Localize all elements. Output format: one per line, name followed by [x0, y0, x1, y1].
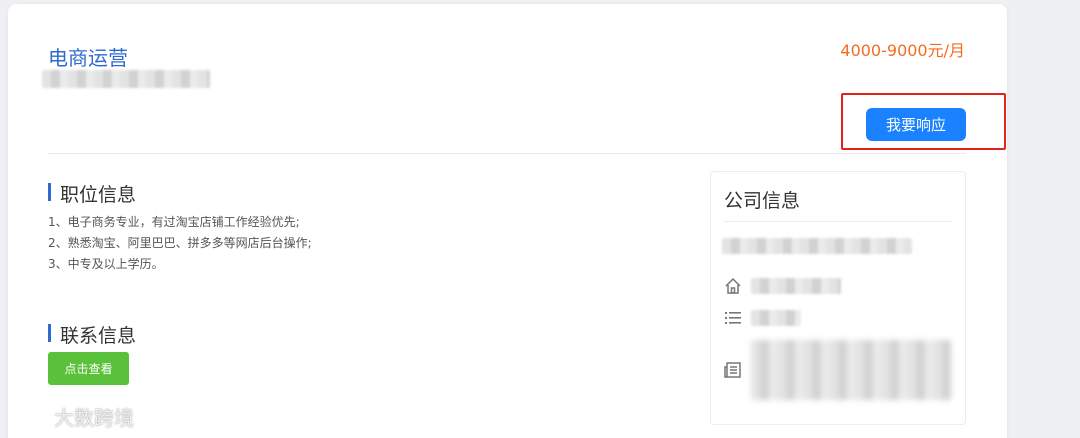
watermark: 大数跨境	[8, 402, 134, 431]
header-divider	[48, 153, 966, 154]
salary-range: 4000-9000元/月	[840, 41, 965, 60]
home-icon	[723, 276, 743, 296]
job-title: 电商运营	[48, 46, 128, 70]
contact-info-heading: 联系信息	[48, 321, 136, 348]
requirements-list: 1、电子商务专业，有过淘宝店铺工作经验优先; 2、熟悉淘宝、阿里巴巴、拼多多等网…	[48, 212, 312, 275]
redacted-company-name	[42, 70, 210, 88]
company-divider	[724, 221, 952, 222]
position-info-heading: 职位信息	[48, 180, 136, 207]
newspaper-icon	[723, 360, 743, 380]
redacted-company-fullname	[722, 238, 912, 254]
view-contact-button[interactable]: 点击查看	[48, 352, 129, 385]
redacted-address	[751, 278, 841, 294]
company-info-panel: 公司信息	[710, 171, 966, 425]
list-icon	[723, 308, 743, 328]
requirement-item: 3、中专及以上学历。	[48, 257, 164, 271]
job-detail-card: 电商运营 4000-9000元/月 我要响应 职位信息 1、电子商务专业，有过淘…	[8, 4, 1007, 438]
redacted-category	[751, 310, 801, 326]
requirement-item: 2、熟悉淘宝、阿里巴巴、拼多多等网店后台操作;	[48, 236, 312, 250]
requirement-item: 1、电子商务专业，有过淘宝店铺工作经验优先;	[48, 215, 300, 229]
highlight-annotation-box	[841, 93, 1006, 150]
watermark-text: 大数跨境	[54, 406, 134, 430]
redacted-description	[751, 340, 951, 400]
watermark-logo-icon	[8, 406, 48, 428]
company-info-heading: 公司信息	[724, 190, 801, 212]
